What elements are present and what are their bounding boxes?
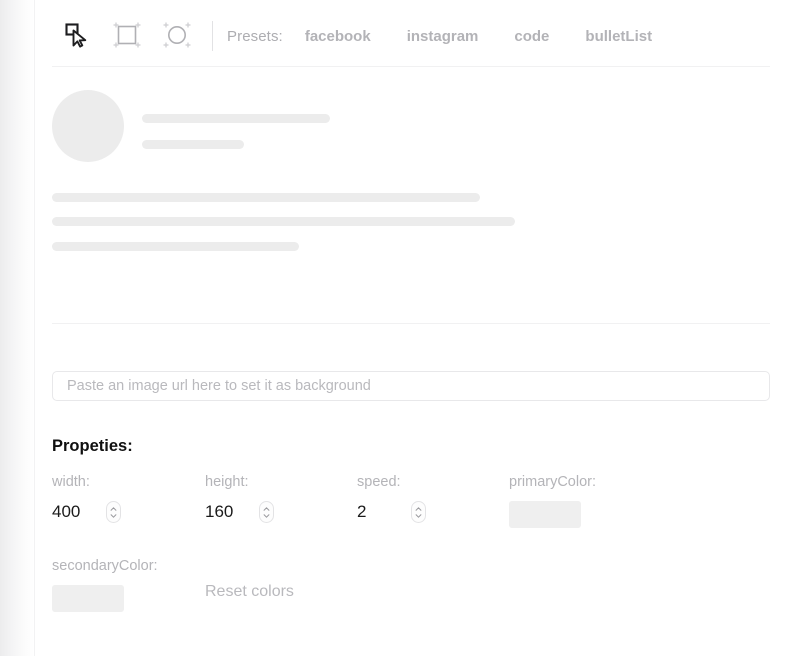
preset-facebook[interactable]: facebook [305, 28, 371, 45]
skeleton-line-5 [52, 242, 299, 251]
width-label: width: [52, 474, 121, 490]
secondary-color-field: secondaryColor: [52, 558, 158, 612]
speed-stepper[interactable] [411, 501, 426, 523]
chevron-down-icon [415, 514, 422, 518]
primary-color-label: primaryColor: [509, 474, 596, 490]
select-tool-button[interactable] [52, 14, 102, 58]
height-stepper[interactable] [259, 501, 274, 523]
app-root: Presets: facebook instagram code bulletL… [0, 0, 800, 656]
height-input[interactable]: 160 [205, 502, 259, 522]
rectangle-tool-button[interactable] [102, 14, 152, 58]
skeleton-line-1 [142, 114, 330, 123]
speed-label: speed: [357, 474, 426, 490]
width-input[interactable]: 400 [52, 502, 106, 522]
skeleton-line-2 [142, 140, 244, 149]
preset-code[interactable]: code [514, 28, 549, 45]
cursor-select-icon [64, 22, 90, 51]
skeleton-line-4 [52, 217, 515, 226]
height-label: height: [205, 474, 274, 490]
preset-bulletlist[interactable]: bulletList [585, 28, 652, 45]
skeleton-line-3 [52, 193, 480, 202]
secondary-color-label: secondaryColor: [52, 558, 158, 574]
circle-icon [160, 18, 194, 55]
panel-edge-divider [34, 0, 35, 656]
speed-field: speed: 2 [357, 474, 426, 523]
toolbar-divider [52, 66, 770, 67]
primary-color-swatch[interactable] [509, 501, 581, 528]
presets-label: Presets: [227, 28, 283, 45]
preset-instagram[interactable]: instagram [407, 28, 479, 45]
chevron-down-icon [263, 514, 270, 518]
speed-input[interactable]: 2 [357, 502, 411, 522]
circle-tool-button[interactable] [152, 14, 202, 58]
left-panel-shadow [0, 0, 34, 656]
toolbar-separator [212, 21, 213, 51]
properties-title: Propeties: [52, 437, 133, 456]
chevron-up-icon [110, 507, 117, 511]
preview-divider [52, 323, 770, 324]
height-field: height: 160 [205, 474, 274, 523]
background-url-input[interactable] [52, 371, 770, 401]
chevron-up-icon [263, 507, 270, 511]
square-icon [110, 18, 144, 55]
secondary-color-swatch[interactable] [52, 585, 124, 612]
skeleton-avatar [52, 90, 124, 162]
chevron-down-icon [110, 514, 117, 518]
chevron-up-icon [415, 507, 422, 511]
toolbar: Presets: facebook instagram code bulletL… [52, 12, 652, 60]
width-field: width: 400 [52, 474, 121, 523]
primary-color-field: primaryColor: [509, 474, 596, 528]
width-stepper[interactable] [106, 501, 121, 523]
skeleton-preview-canvas[interactable] [52, 88, 752, 258]
reset-colors-button[interactable]: Reset colors [205, 583, 294, 601]
